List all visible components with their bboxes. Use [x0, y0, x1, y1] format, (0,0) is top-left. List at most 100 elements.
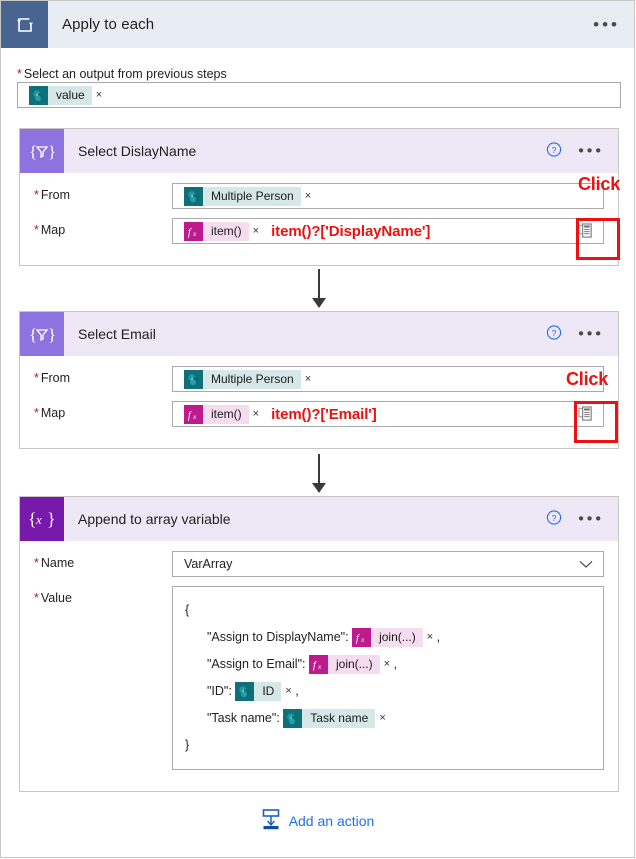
from-field-label: * From: [34, 366, 172, 385]
variable-name-dropdown[interactable]: VarArray: [172, 551, 604, 577]
fx-icon: f x: [352, 628, 372, 648]
map-label-text: Map: [40, 223, 66, 237]
close-icon[interactable]: ×: [305, 190, 311, 202]
json-comma: ,: [295, 684, 299, 698]
card-header[interactable]: { } Select Email ? •••: [20, 312, 618, 356]
chevron-down-icon[interactable]: [579, 557, 593, 572]
close-icon[interactable]: ×: [253, 225, 259, 237]
svg-text:x: x: [192, 412, 197, 421]
close-icon[interactable]: ×: [427, 624, 433, 651]
from-label-text: From: [40, 371, 71, 385]
token-chip-multiple-person[interactable]: s Multiple Person ×: [184, 369, 311, 389]
svg-text:s: s: [191, 376, 193, 381]
question-circle-icon[interactable]: ?: [546, 510, 562, 529]
apply-to-each-header[interactable]: Apply to each •••: [1, 1, 634, 48]
json-key: "ID":: [207, 684, 232, 698]
add-action-button[interactable]: Add an action: [1, 808, 634, 833]
json-open-brace: {: [185, 603, 190, 617]
token-chip-join[interactable]: f x join(...) ×: [352, 628, 433, 648]
value-field-row: * Value { "Assign to DisplayName": f x j…: [20, 586, 618, 770]
svg-text:?: ?: [552, 513, 557, 523]
ellipsis-icon[interactable]: •••: [578, 326, 604, 342]
required-asterisk: *: [34, 223, 39, 237]
token-chip-join[interactable]: f x join(...) ×: [308, 655, 390, 675]
json-comma: ,: [436, 630, 441, 644]
required-asterisk: *: [17, 67, 22, 81]
token-chip-value[interactable]: s value ×: [29, 85, 102, 105]
apply-to-each-container: Apply to each ••• * Select an output from…: [0, 0, 635, 858]
json-entry-row: "ID": s ID × ,: [185, 678, 603, 705]
apply-to-each-title: Apply to each: [62, 16, 155, 33]
map-field-label: * Map: [34, 401, 172, 420]
required-asterisk: *: [34, 371, 39, 385]
question-circle-icon[interactable]: ?: [546, 142, 562, 161]
close-icon[interactable]: ×: [285, 678, 291, 705]
sharepoint-icon: s: [283, 709, 303, 729]
required-asterisk: *: [34, 556, 39, 570]
token-chip-item[interactable]: f x item() ×: [184, 221, 259, 241]
map-annotation-text: item()?['DisplayName']: [271, 222, 431, 240]
connector-arrow-2: [312, 483, 326, 493]
card-body: * Name VarArray * Value {"Assign to Dis…: [20, 541, 618, 791]
svg-text:x: x: [317, 662, 322, 671]
token-chip-id[interactable]: s ID ×: [235, 682, 292, 702]
click-callout-2: Click: [566, 369, 609, 389]
card-title: Select Email: [78, 326, 156, 342]
map-input[interactable]: f x item() × item()?['Email']: [172, 401, 604, 427]
svg-text:{: {: [29, 142, 37, 161]
question-circle-icon[interactable]: ?: [546, 325, 562, 344]
connector-line-2: [318, 454, 320, 484]
map-label-text: Map: [40, 406, 66, 420]
close-icon[interactable]: ×: [305, 373, 311, 385]
required-asterisk: *: [34, 406, 39, 420]
clipboard-copy-icon[interactable]: [568, 219, 602, 243]
map-field-row: * Map f x item() × item()?['DisplayName'…: [20, 218, 618, 244]
json-entry-row: "Assign to DisplayName": f x join(...) ×: [185, 624, 603, 651]
close-icon[interactable]: ×: [96, 89, 102, 101]
map-input[interactable]: f x item() × item()?['DisplayName']: [172, 218, 604, 244]
token-chip-task-name[interactable]: s Task name ×: [283, 709, 386, 729]
from-field-row: * From s Multiple Person ×: [20, 183, 618, 209]
variable-name-value: VarArray: [184, 557, 233, 571]
close-icon[interactable]: ×: [384, 651, 390, 678]
token-chip-multiple-person[interactable]: s Multiple Person ×: [184, 186, 311, 206]
json-key: "Task name":: [207, 711, 280, 725]
from-input[interactable]: s Multiple Person ×: [172, 366, 604, 392]
action-card-select-email: { } Select Email ? ••• * From s Multiple…: [19, 311, 619, 449]
json-key: "Assign to Email":: [207, 657, 306, 671]
json-comma: ,: [393, 657, 398, 671]
svg-text:{: {: [29, 325, 37, 344]
map-annotation-text: item()?['Email']: [271, 405, 377, 423]
from-input[interactable]: s Multiple Person ×: [172, 183, 604, 209]
token-chip-label: item(): [203, 221, 249, 241]
card-body: * From s Multiple Person × * Map f x ite…: [20, 173, 618, 265]
ellipsis-icon[interactable]: •••: [593, 16, 620, 33]
svg-text:}: }: [47, 509, 56, 529]
token-chip-label: Task name: [302, 709, 376, 729]
token-chip-item[interactable]: f x item() ×: [184, 404, 259, 424]
from-field-row: * From s Multiple Person ×: [20, 366, 618, 392]
svg-text:s: s: [36, 92, 38, 97]
fx-icon: f x: [184, 221, 203, 241]
close-icon[interactable]: ×: [379, 705, 385, 732]
clipboard-copy-icon[interactable]: [568, 402, 602, 426]
select-braces-funnel-icon: { }: [20, 312, 64, 356]
name-label-text: Name: [40, 556, 75, 570]
json-close-brace: }: [185, 738, 190, 752]
sharepoint-icon: s: [184, 369, 203, 389]
svg-text:}: }: [48, 325, 56, 344]
ellipsis-icon[interactable]: •••: [578, 511, 604, 527]
json-entry-row: "Assign to Email": f x join(...) × ,: [185, 651, 603, 678]
card-header[interactable]: { } Select DislayName ? •••: [20, 129, 618, 173]
value-json-input[interactable]: { "Assign to DisplayName": f x join(...): [172, 586, 604, 770]
token-chip-label: Multiple Person: [203, 186, 301, 206]
select-output-input[interactable]: s value ×: [17, 82, 621, 108]
connector-line-1: [318, 269, 320, 299]
close-icon[interactable]: ×: [253, 408, 259, 420]
card-header[interactable]: { x } Append to array variable ? •••: [20, 497, 618, 541]
sharepoint-icon: s: [29, 85, 48, 105]
token-chip-label: Multiple Person: [203, 369, 301, 389]
card-title: Append to array variable: [78, 511, 231, 527]
svg-text:?: ?: [552, 328, 557, 338]
ellipsis-icon[interactable]: •••: [578, 143, 604, 159]
